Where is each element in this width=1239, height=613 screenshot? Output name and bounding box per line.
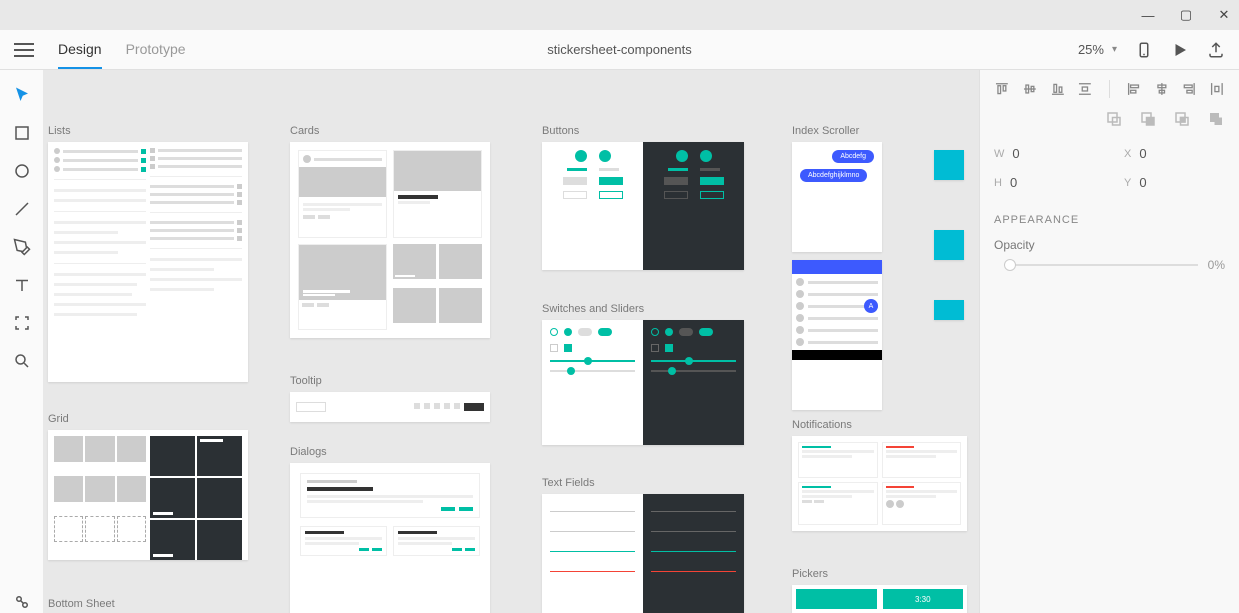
height-field[interactable]: H0 [994,175,1084,190]
align-left-icon[interactable] [1126,80,1142,98]
width-field[interactable]: W0 [994,146,1084,161]
share-icon[interactable] [1207,41,1225,59]
zoom-dropdown[interactable]: 25%▾ [1078,42,1117,57]
artboard-extra-1[interactable] [934,150,964,180]
artboard-label-notifications[interactable]: Notifications [792,419,852,431]
union-icon[interactable] [1105,110,1123,128]
artboard-grid[interactable] [48,430,248,560]
artboard-label-switches[interactable]: Switches and Sliders [542,303,644,315]
y-field[interactable]: Y0 [1124,175,1214,190]
artboard-textfields[interactable] [542,494,744,613]
intersect-icon[interactable] [1173,110,1191,128]
subtract-icon[interactable] [1139,110,1157,128]
exclude-icon[interactable] [1207,110,1225,128]
artboard-label-dialogs[interactable]: Dialogs [290,446,327,458]
transform-section: W0 X0 H0 Y0 [994,146,1225,190]
opacity-control: 0% [994,258,1225,272]
artboard-label-indexscroller[interactable]: Index Scroller [792,125,859,137]
artboard-buttons[interactable] [542,142,744,270]
tab-design[interactable]: Design [58,31,102,69]
window-titlebar: — ▢ ✕ [0,0,1239,30]
align-top-icon[interactable] [994,80,1010,98]
close-button[interactable]: ✕ [1217,8,1231,22]
align-bottom-icon[interactable] [1050,80,1066,98]
align-controls [994,80,1225,98]
boolean-ops [994,110,1225,128]
text-tool[interactable] [11,274,33,296]
appearance-title: APPEARANCE [994,214,1225,226]
artboard-label-textfields[interactable]: Text Fields [542,477,595,489]
play-icon[interactable] [1171,41,1189,59]
select-tool[interactable] [11,84,33,106]
artboard-tool[interactable] [11,312,33,334]
tab-prototype[interactable]: Prototype [126,31,186,69]
artboard-label-cards[interactable]: Cards [290,125,319,137]
pen-tool[interactable] [11,236,33,258]
ellipse-tool[interactable] [11,160,33,182]
opacity-value: 0% [1208,258,1225,272]
distribute-v-icon[interactable] [1077,80,1093,98]
artboard-switches[interactable] [542,320,744,445]
artboard-extra-2[interactable] [934,230,964,260]
artboard-indexscroller-2[interactable]: A [792,260,882,410]
artboard-tooltip[interactable] [290,392,490,422]
zoom-tool[interactable] [11,350,33,372]
artboard-label-pickers[interactable]: Pickers [792,568,828,580]
opacity-label: Opacity [994,238,1225,252]
distribute-h-icon[interactable] [1209,80,1225,98]
properties-panel: W0 X0 H0 Y0 APPEARANCE Opacity 0% [979,70,1239,613]
artboard-indexscroller-1[interactable]: Abcdefg Abcdefghijklmno [792,142,882,252]
artboard-lists[interactable] [48,142,248,382]
document-title: stickersheet-components [547,42,692,57]
device-preview-icon[interactable] [1135,41,1153,59]
artboard-pickers[interactable]: 3:30 [792,585,967,613]
canvas[interactable]: Lists [44,70,979,613]
artboard-cards[interactable] [290,142,490,338]
menu-button[interactable] [14,43,34,57]
minimize-button[interactable]: — [1141,8,1155,22]
artboard-label-buttons[interactable]: Buttons [542,125,579,137]
app-topbar: Design Prototype stickersheet-components… [0,30,1239,70]
artboard-label-bottomsheet[interactable]: Bottom Sheet [48,598,115,610]
assets-button[interactable] [11,591,33,613]
mode-tabs: Design Prototype [58,31,186,69]
rectangle-tool[interactable] [11,122,33,144]
align-middle-icon[interactable] [1022,80,1038,98]
align-center-icon[interactable] [1154,80,1170,98]
artboard-dialogs[interactable] [290,463,490,613]
maximize-button[interactable]: ▢ [1179,8,1193,22]
align-right-icon[interactable] [1181,80,1197,98]
artboard-notifications[interactable] [792,436,967,531]
artboard-label-tooltip[interactable]: Tooltip [290,375,322,387]
artboard-label-grid[interactable]: Grid [48,413,69,425]
opacity-slider[interactable] [1004,264,1198,266]
x-field[interactable]: X0 [1124,146,1214,161]
artboard-extra-3[interactable] [934,300,964,320]
artboard-label-lists[interactable]: Lists [48,125,71,137]
line-tool[interactable] [11,198,33,220]
chevron-down-icon: ▾ [1112,44,1117,55]
left-toolbar [0,70,44,613]
